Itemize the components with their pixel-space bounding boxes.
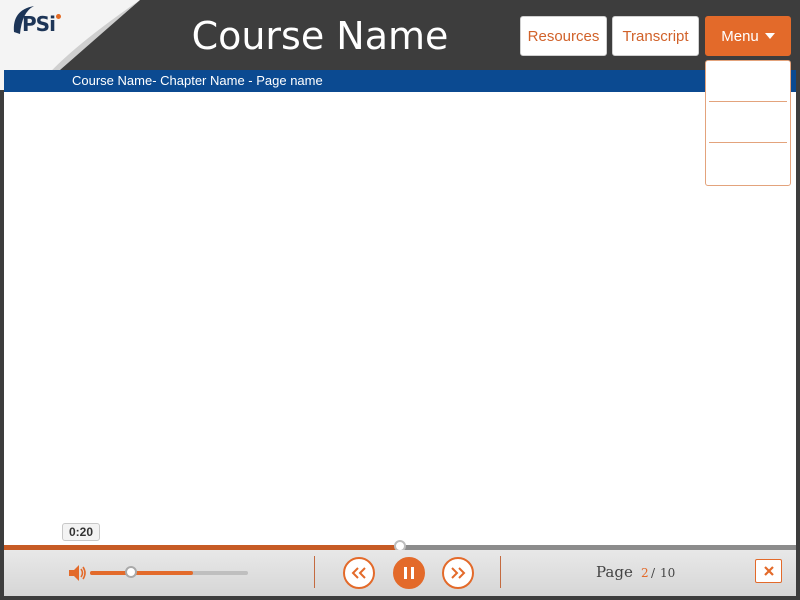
course-title: Course Name bbox=[191, 14, 449, 58]
menu-button[interactable]: Menu bbox=[705, 16, 791, 56]
transcript-button[interactable]: Transcript bbox=[612, 16, 699, 56]
forward-button[interactable] bbox=[442, 557, 474, 589]
fast-forward-icon bbox=[451, 567, 466, 579]
content-area: Course Name- Chapter Name - Page name bbox=[4, 70, 796, 546]
speaker-icon[interactable] bbox=[68, 564, 88, 582]
caret-down-icon bbox=[764, 33, 775, 39]
rewind-icon bbox=[351, 567, 366, 579]
menu-item[interactable] bbox=[709, 61, 787, 102]
menu-dropdown bbox=[705, 60, 791, 186]
volume-knob[interactable] bbox=[125, 566, 138, 578]
divider bbox=[314, 556, 315, 588]
resources-button-label: Resources bbox=[527, 27, 600, 45]
page-separator: / bbox=[651, 566, 656, 580]
breadcrumb-bar: Course Name- Chapter Name - Page name bbox=[4, 70, 796, 92]
logo-dot bbox=[56, 14, 61, 19]
pause-icon bbox=[404, 567, 414, 579]
page-total: 10 bbox=[660, 566, 676, 580]
menu-button-label: Menu bbox=[721, 27, 759, 45]
resources-button[interactable]: Resources bbox=[520, 16, 607, 56]
page-current: 2 bbox=[641, 566, 649, 580]
menu-item[interactable] bbox=[709, 143, 787, 184]
volume-fill bbox=[90, 571, 193, 575]
close-icon bbox=[763, 566, 774, 576]
page-label: Page bbox=[596, 563, 633, 581]
psi-logo: PSi bbox=[8, 2, 61, 44]
close-button[interactable] bbox=[755, 559, 782, 583]
breadcrumb: Course Name- Chapter Name - Page name bbox=[72, 73, 323, 88]
pause-button[interactable] bbox=[393, 557, 425, 589]
volume-slider[interactable] bbox=[90, 566, 248, 578]
time-tooltip: 0:20 bbox=[62, 523, 100, 541]
logo-text: PSi bbox=[22, 12, 56, 36]
player-controls: Page 2 / 10 bbox=[4, 550, 796, 596]
transcript-button-label: Transcript bbox=[622, 27, 689, 45]
menu-item[interactable] bbox=[709, 102, 787, 143]
rewind-button[interactable] bbox=[343, 557, 375, 589]
divider bbox=[500, 556, 501, 588]
